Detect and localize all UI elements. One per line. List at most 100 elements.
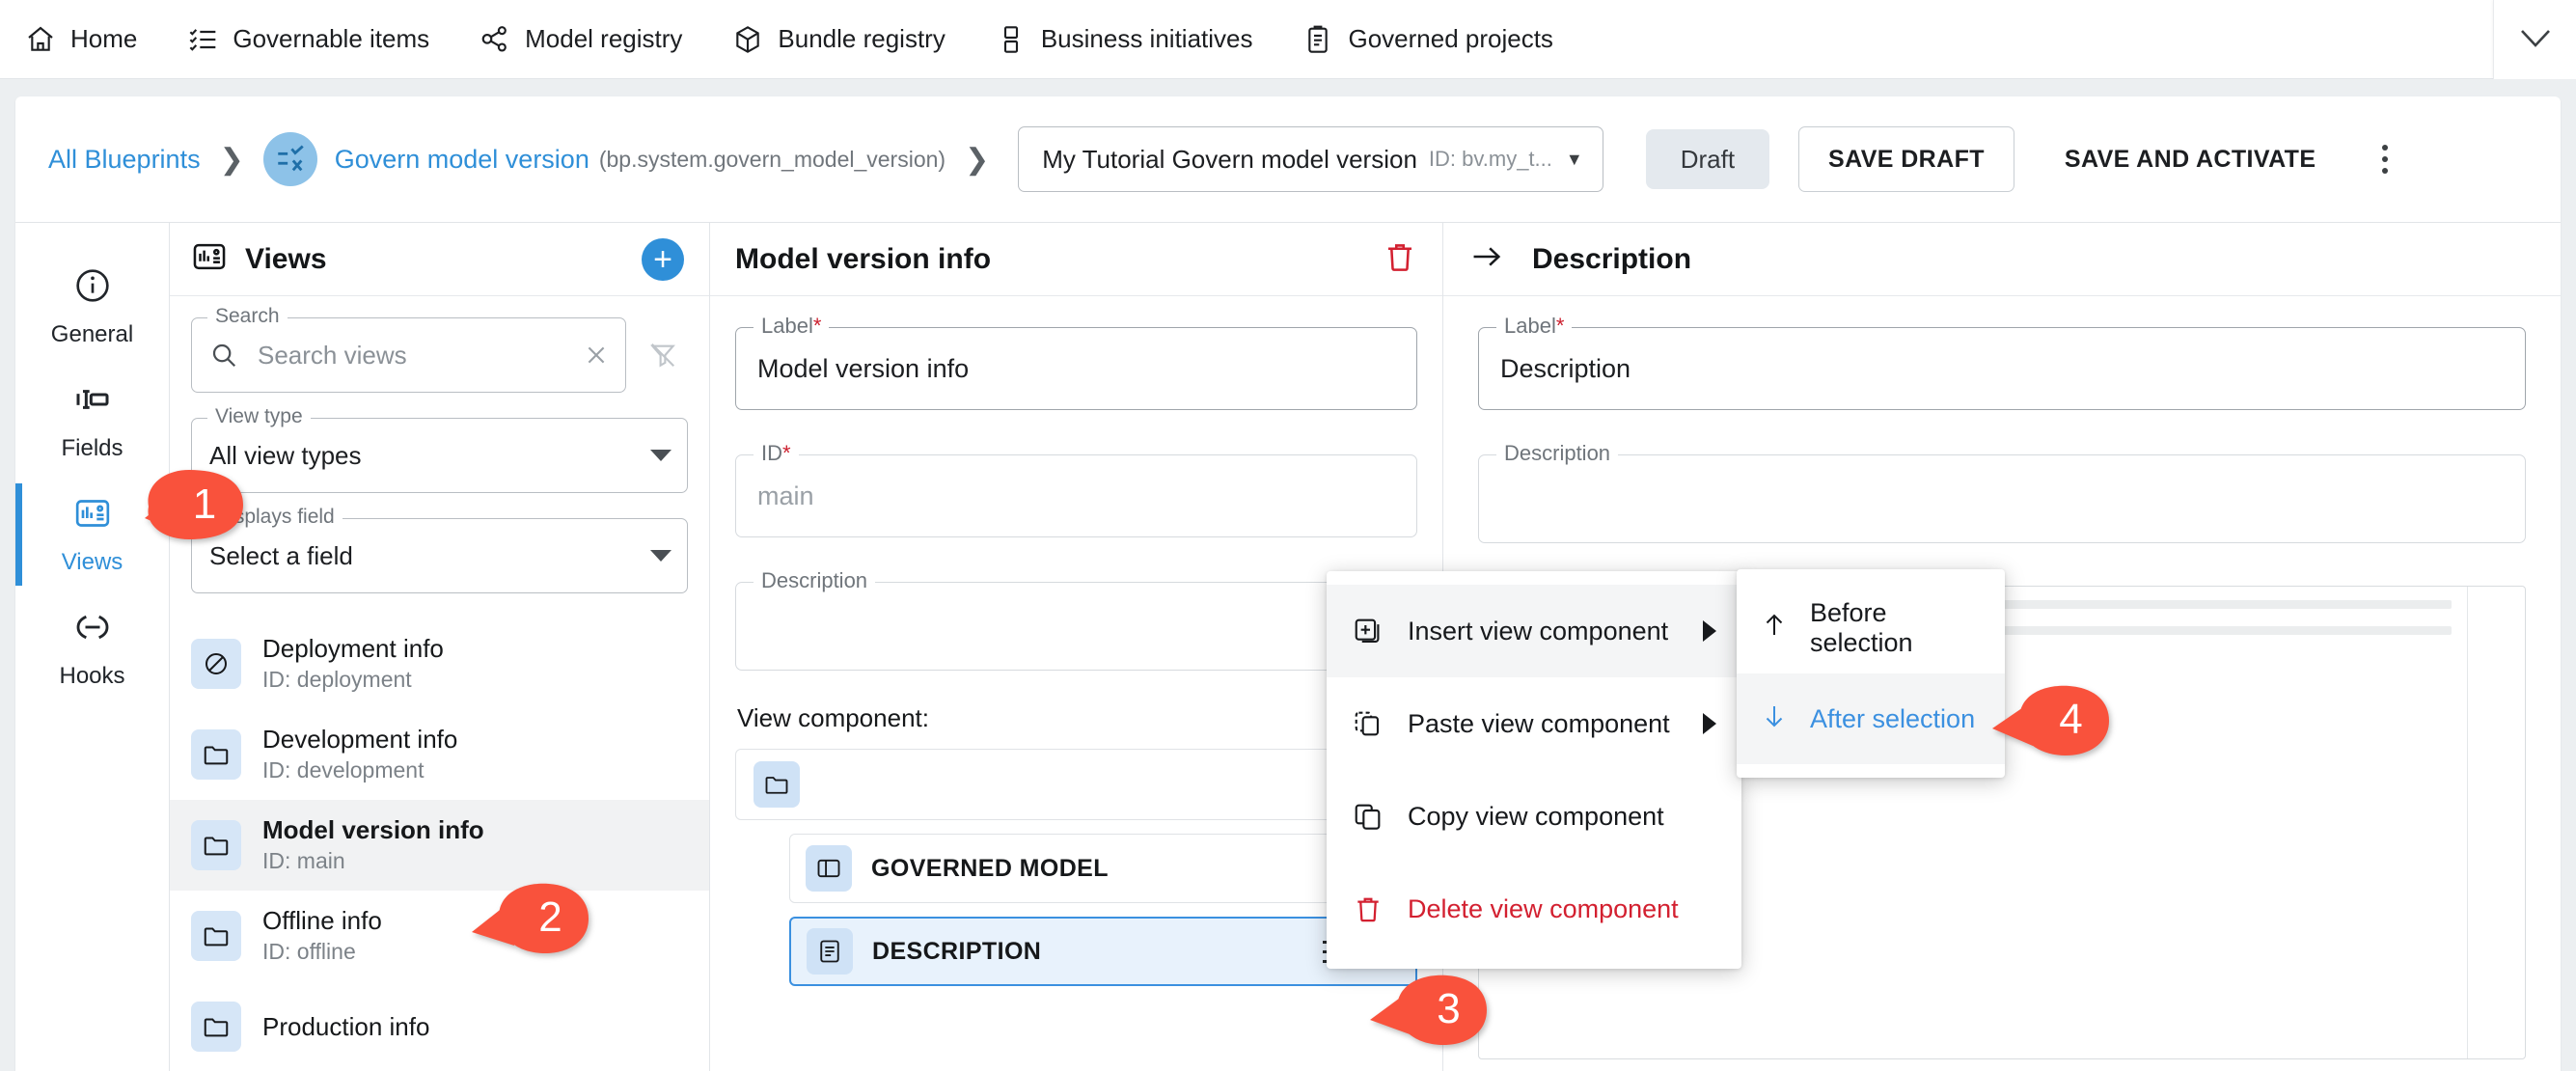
view-type-select[interactable]: View type All view types — [191, 405, 688, 493]
search-legend: Search — [207, 305, 288, 328]
save-and-activate-button[interactable]: SAVE AND ACTIVATE — [2043, 126, 2338, 192]
folder-icon — [191, 820, 241, 870]
status-badge: Draft — [1645, 129, 1770, 189]
list-item[interactable]: Production info — [170, 981, 709, 1071]
main-content-area: General Fields Views Hooks Views + Searc… — [15, 223, 2561, 1071]
callout-badge-2: 2 — [470, 878, 590, 957]
home-icon — [25, 24, 56, 55]
sidebar-item-label: Hooks — [59, 662, 125, 689]
list-item-title: Model version info — [262, 814, 484, 844]
nav-item-bundle-registry[interactable]: Bundle registry — [732, 0, 970, 79]
folder-icon — [191, 911, 241, 961]
view-component-root[interactable] — [735, 749, 1417, 820]
view-component-name: GOVERNED MODEL — [871, 854, 1109, 882]
menu-item-copy-view-component[interactable]: Copy view component — [1327, 770, 1741, 863]
view-id-field[interactable]: ID* main — [735, 441, 1417, 537]
checklist-icon — [187, 24, 218, 55]
model-registry-icon — [480, 24, 510, 55]
sidebar-item-hooks[interactable]: Hooks — [15, 591, 169, 705]
list-item[interactable]: Deployment info ID: deployment — [170, 618, 709, 709]
delete-view-button[interactable] — [1383, 239, 1417, 279]
view-description-field[interactable]: Description — [735, 568, 1417, 671]
sidebar-item-label: Fields — [61, 434, 123, 461]
document-icon — [807, 928, 853, 975]
arrow-right-icon[interactable] — [1468, 238, 1505, 280]
view-type-value: All view types — [209, 440, 362, 470]
nav-item-business-initiatives[interactable]: Business initiatives — [996, 0, 1278, 79]
view-id-legend: ID* — [754, 441, 799, 466]
menu-item-insert-view-component[interactable]: Insert view component — [1327, 585, 1741, 677]
fields-icon — [73, 380, 112, 426]
view-label-field[interactable]: Label* Model version info — [735, 314, 1417, 410]
breadcrumb-blueprint-id: (bp.system.govern_model_version) — [598, 146, 946, 172]
views-icon — [191, 238, 228, 280]
menu-item-after-selection[interactable]: After selection — [1737, 673, 2005, 764]
chevron-down-icon — [2512, 14, 2559, 66]
views-list: Deployment info ID: deployment Developme… — [170, 618, 709, 1071]
component-editor-header: Description — [1443, 223, 2561, 296]
nav-item-home[interactable]: Home — [25, 0, 162, 79]
nav-item-governed-projects[interactable]: Governed projects — [1302, 0, 1577, 79]
list-item-title: Production info — [262, 1011, 430, 1041]
list-item-id: ID: main — [262, 848, 345, 874]
chevron-right-icon — [1703, 620, 1716, 642]
callout-number: 2 — [538, 893, 562, 941]
list-item[interactable]: Development info ID: development — [170, 709, 709, 800]
blueprint-version-select[interactable]: My Tutorial Govern model version ID: bv.… — [1018, 126, 1603, 192]
callout-number: 4 — [2059, 696, 2083, 743]
displays-field-value: Select a field — [209, 540, 353, 570]
arrow-up-icon — [1760, 611, 1789, 645]
chevron-down-icon: ▼ — [1565, 149, 1583, 169]
sidebar-item-fields[interactable]: Fields — [15, 364, 169, 478]
view-component-description[interactable]: DESCRIPTION — [789, 917, 1417, 986]
view-editor-header: Model version info — [710, 223, 1442, 296]
collapse-nav-button[interactable] — [2493, 0, 2576, 79]
save-draft-button[interactable]: SAVE DRAFT — [1798, 126, 2014, 192]
app-root: Home Governable items Model registry Bun… — [0, 0, 2576, 1071]
callout-badge-1: 1 — [143, 468, 245, 541]
search-input[interactable] — [256, 339, 583, 371]
breadcrumb-separator: ❯ — [219, 143, 244, 176]
nav-item-label: Home — [70, 24, 138, 53]
menu-item-paste-view-component[interactable]: Paste view component — [1327, 677, 1741, 770]
chevron-down-icon — [650, 550, 671, 562]
sidebar-item-general[interactable]: General — [15, 250, 169, 364]
nav-item-governable-items[interactable]: Governable items — [187, 0, 454, 79]
callout-badge-3: 3 — [1368, 970, 1489, 1049]
list-item-title: Offline info — [262, 905, 382, 935]
add-view-button[interactable]: + — [642, 237, 684, 281]
component-description-field[interactable]: Description — [1478, 441, 2526, 543]
list-item[interactable]: Offline info ID: offline — [170, 891, 709, 981]
list-item-model-version-info[interactable]: Model version info ID: main — [170, 800, 709, 891]
menu-item-delete-view-component[interactable]: Delete view component — [1327, 863, 1741, 955]
search-field-wrapper: Search — [191, 305, 626, 393]
kebab-menu-icon[interactable] — [2358, 126, 2412, 192]
views-filters: Search Search views View type All view t… — [170, 296, 709, 618]
filter-off-icon[interactable] — [636, 317, 690, 393]
view-label-legend: Label* — [754, 314, 830, 339]
view-id-placeholder: main — [757, 481, 814, 510]
top-navigation-bar: Home Governable items Model registry Bun… — [0, 0, 2576, 79]
menu-item-before-selection[interactable]: Before selection — [1737, 583, 2005, 673]
copy-icon — [1352, 801, 1384, 832]
blueprint-toolbar: All Blueprints ❯ Govern model version (b… — [15, 96, 2561, 223]
menu-item-label: Insert view component — [1408, 616, 1669, 645]
trash-icon — [1352, 893, 1384, 924]
close-icon[interactable] — [583, 342, 610, 369]
folder-icon — [754, 761, 800, 808]
view-description-legend: Description — [754, 568, 876, 593]
nav-item-model-registry[interactable]: Model registry — [480, 0, 707, 79]
displays-field-select[interactable]: Displays field Select a field — [191, 506, 688, 593]
component-label-legend: Label* — [1496, 314, 1573, 339]
callout-number: 1 — [192, 481, 217, 528]
component-label-field[interactable]: Label* Description — [1478, 314, 2526, 410]
view-type-legend: View type — [207, 405, 311, 428]
breadcrumb-all-blueprints[interactable]: All Blueprints — [48, 145, 201, 175]
list-item-id: ID: deployment — [262, 667, 412, 693]
hooks-icon — [73, 608, 112, 653]
folder-icon — [191, 729, 241, 780]
view-component-governed-model[interactable]: GOVERNED MODEL — [789, 834, 1417, 903]
clipboard-icon — [1302, 24, 1333, 55]
sidebar-item-label: General — [50, 320, 134, 347]
breadcrumb-blueprint-name[interactable]: Govern model version — [335, 145, 589, 175]
